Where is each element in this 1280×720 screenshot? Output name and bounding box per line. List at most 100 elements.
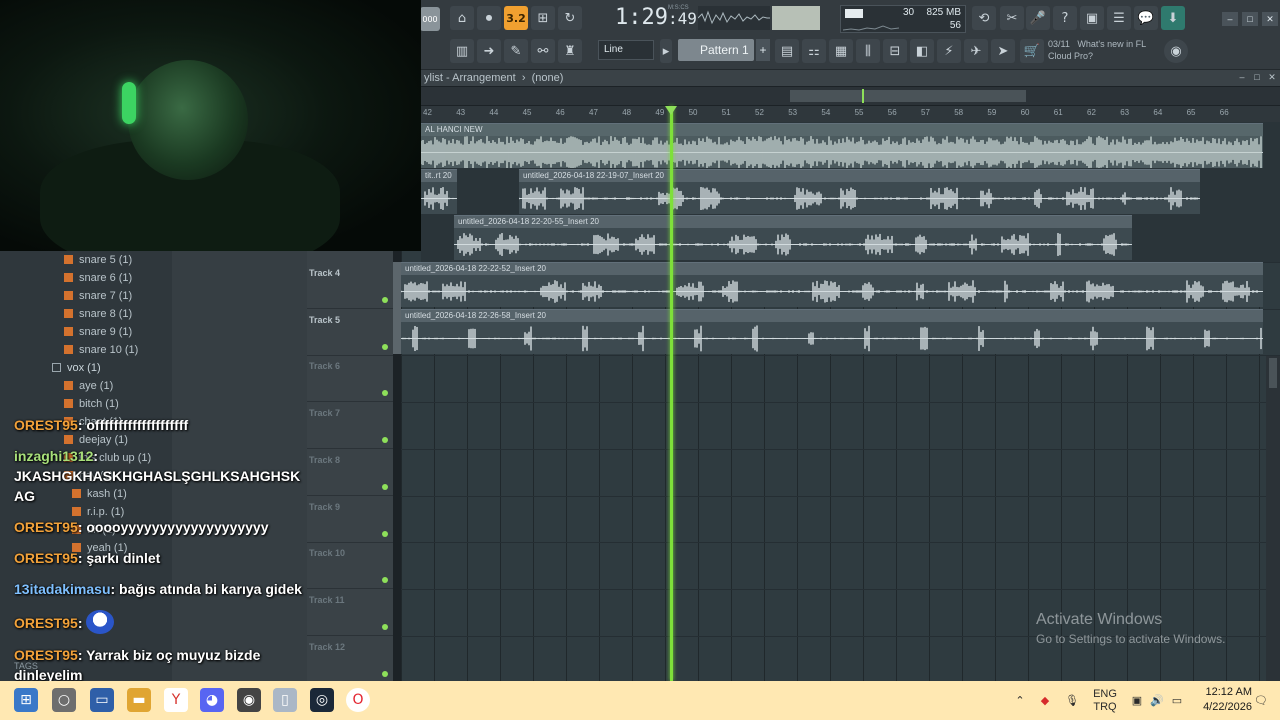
opera-icon[interactable]: O [346,688,370,712]
track-enable-led[interactable] [382,577,388,584]
microphone-icon[interactable]: 🎤 [1026,6,1050,30]
undo-history-icon[interactable]: ⟲ [972,6,996,30]
tools-icon[interactable]: ✈ [964,39,988,63]
search-icon[interactable]: ○ [52,688,76,712]
help-icon[interactable]: ? [1053,6,1077,30]
pattern-prev-icon[interactable]: ▸ [660,39,672,63]
task-view-icon[interactable]: ▭ [90,688,114,712]
link-icon[interactable]: ⚯ [531,39,555,63]
playlist-horizontal-scrollbar[interactable] [421,87,1280,105]
playlist-close-icon[interactable]: ✕ [1266,71,1278,83]
playlist-minimize-icon[interactable]: – [1236,71,1248,83]
add-pattern-button[interactable]: + [756,39,770,61]
mixer-icon[interactable]: ☰ [1107,6,1131,30]
playhead-marker-icon[interactable] [665,106,677,115]
track-header[interactable]: Track 7 [307,402,393,450]
cut-tool-icon[interactable]: ✂ [1000,6,1024,30]
track-enable-led[interactable] [382,343,388,350]
arrow-right-icon[interactable]: ➜ [477,39,501,63]
scroll-thumb[interactable] [790,90,1026,102]
save-icon[interactable]: ▣ [1080,6,1104,30]
loop-record-icon[interactable]: ↻ [558,6,582,30]
browser-file[interactable]: aye (1) [64,377,113,395]
network-icon[interactable]: ▣ [1128,681,1146,720]
track-header[interactable]: Track 12 [307,636,393,683]
minimize-button[interactable]: – [1222,12,1238,26]
steam-icon[interactable]: ◎ [310,688,334,712]
plugin-icon[interactable]: ⚡ [937,39,961,63]
browser-file[interactable]: snare 8 (1) [64,305,132,323]
discord-icon[interactable]: ◕ [200,688,224,712]
news-panel[interactable]: 03/11 What's new in FL Cloud Pro? [1048,38,1168,64]
browser-file[interactable]: snare 7 (1) [64,287,132,305]
channel-rack-icon[interactable]: ⚏ [802,39,826,63]
tempo-display[interactable]: 000 [420,7,440,31]
piano-roll-icon[interactable]: ▦ [829,39,853,63]
audio-clip[interactable]: untitled_2026-04-18 22-19-07_Insert 20 [519,169,1200,214]
wait-record-icon[interactable]: ⏺ [477,6,501,30]
chat-icon[interactable]: 💬 [1134,6,1158,30]
audio-clip[interactable]: untitled_2026-04-18 22-26-58_Insert 20 [401,309,1263,354]
globe-icon[interactable]: ◉ [1164,39,1188,63]
track-enable-led[interactable] [382,483,388,490]
browser-file[interactable]: snare 10 (1) [64,341,138,359]
track-header[interactable]: Track 5 [307,309,393,356]
obs-icon[interactable]: ◉ [237,688,261,712]
browser-file[interactable]: snare 5 (1) [64,251,132,269]
close-button[interactable]: ✕ [1262,12,1278,26]
mixer-view-icon[interactable]: ⫼ [856,39,880,63]
download-icon[interactable]: ⬇ [1161,6,1185,30]
track-enable-led[interactable] [382,437,388,444]
document-icon[interactable]: ▯ [273,688,297,712]
tray-mic-icon[interactable]: 🎙 [1063,681,1081,720]
language-indicator[interactable]: ENG TRQ [1090,681,1120,720]
browser-file[interactable]: snare 9 (1) [64,323,132,341]
piano-icon[interactable]: ▥ [450,39,474,63]
track-header[interactable]: Track 10 [307,542,393,590]
stamp-icon[interactable]: ♜ [558,39,582,63]
pencil-icon[interactable]: ✎ [504,39,528,63]
track-header[interactable]: Track 11 [307,589,393,636]
flow-icon[interactable]: ➤ [991,39,1015,63]
yandex-icon[interactable]: Y [164,688,188,712]
browser-icon[interactable]: ⊟ [883,39,907,63]
maximize-button[interactable]: □ [1242,12,1258,26]
playhead-line[interactable] [670,106,673,681]
snap-select[interactable]: Line [598,40,654,60]
track-enable-led[interactable] [382,530,388,537]
browser-file[interactable]: snare 6 (1) [64,269,132,287]
browser-file[interactable]: bitch (1) [64,395,119,413]
playlist-icon[interactable]: ▤ [775,39,799,63]
system-clock[interactable]: 12:12 AM 4/22/2026 [1196,685,1252,715]
tray-app-icon[interactable]: ◆ [1036,681,1054,720]
audio-clip[interactable]: untitled_2026-04-18 22-20-55_Insert 20 [454,215,1132,260]
playlist-vertical-scrollbar[interactable] [1266,356,1280,681]
project-icon[interactable]: ◧ [910,39,934,63]
track-enable-led[interactable] [382,390,388,397]
shop-icon[interactable]: 🛒 [1020,39,1044,63]
pattern-selector[interactable]: Pattern 1 [678,39,754,61]
track-enable-led[interactable] [382,670,388,677]
scroll-thumb[interactable] [1269,358,1277,388]
file-explorer-icon[interactable]: ▬ [127,688,151,712]
track-header[interactable]: Track 6 [307,355,393,403]
start-icon[interactable]: ⊞ [14,688,38,712]
track-header[interactable]: Track 4 [307,262,393,309]
countdown-button[interactable]: 3.2 [504,6,528,30]
volume-icon[interactable]: 🔊 [1148,681,1166,720]
track-header[interactable]: Track 9 [307,496,393,543]
audio-clip[interactable]: untitled_2026-04-18 22-22-52_Insert 20 [401,262,1263,307]
track-enable-led[interactable] [382,623,388,630]
audio-clip[interactable]: tit..rt 20 [421,169,457,214]
metronome-icon[interactable]: ⌂ [450,6,474,30]
audio-clip[interactable]: AL HANCI NEW [421,123,1263,168]
track-header[interactable]: Track 8 [307,449,393,496]
playlist-maximize-icon[interactable]: □ [1251,71,1263,83]
track-enable-led[interactable] [382,297,388,303]
browser-folder[interactable]: vox (1) [52,359,101,377]
battery-icon[interactable]: ▭ [1168,681,1186,720]
step-edit-icon[interactable]: ⊞ [531,6,555,30]
tray-chevron-icon[interactable]: ⌃ [1012,681,1028,720]
timeline-ruler[interactable]: 42 43 44 45 46 47 48 49 50 51 52 53 54 55 56 57 58 59 60 61… [421,106,1280,122]
notification-icon[interactable]: 🗨 [1252,681,1270,720]
